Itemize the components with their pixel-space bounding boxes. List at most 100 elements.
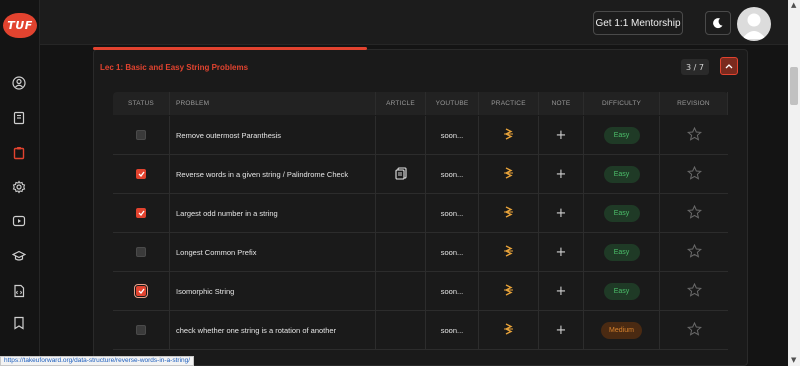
- status-checkbox[interactable]: [136, 208, 146, 218]
- practice-icon[interactable]: [503, 167, 514, 181]
- status-checkbox[interactable]: [136, 130, 146, 140]
- problem-name[interactable]: Remove outermost Paranthesis: [176, 131, 281, 140]
- difficulty-cell: Medium: [584, 311, 660, 349]
- add-note-icon[interactable]: +: [556, 167, 567, 182]
- star-icon[interactable]: [686, 282, 702, 299]
- problem-cell[interactable]: Remove outermost Paranthesis: [170, 116, 376, 154]
- bookmark-icon[interactable]: [9, 313, 29, 333]
- lecture-title[interactable]: Lec 1: Basic and Easy String Problems: [100, 63, 248, 72]
- collapse-button[interactable]: [720, 57, 738, 75]
- moon-icon[interactable]: [705, 11, 731, 35]
- header-note: NOTE: [539, 92, 584, 115]
- practice-icon[interactable]: [503, 245, 514, 259]
- lecture-progress-line: [93, 47, 367, 50]
- table-row: Largest odd number in a string soon... + Ea…: [113, 194, 728, 233]
- revision-cell: [660, 194, 728, 232]
- notebook-icon[interactable]: [9, 108, 29, 128]
- problem-cell[interactable]: Longest Common Prefix: [170, 233, 376, 271]
- youtube-status: soon...: [440, 247, 464, 257]
- add-note-icon[interactable]: +: [556, 128, 567, 143]
- star-icon[interactable]: [686, 165, 702, 182]
- article-icon[interactable]: [394, 166, 407, 182]
- tuf-logo[interactable]: TUF: [3, 13, 37, 38]
- star-icon[interactable]: [686, 204, 702, 221]
- star-icon[interactable]: [686, 321, 702, 338]
- header-practice: PRACTICE: [479, 92, 539, 115]
- article-cell: [376, 194, 426, 232]
- difficulty-badge: Easy: [603, 126, 640, 144]
- header-difficulty: DIFFICULTY: [584, 92, 660, 115]
- add-note-icon[interactable]: +: [556, 323, 567, 338]
- page-scrollbar[interactable]: ▲ ▼: [788, 0, 800, 366]
- problem-cell[interactable]: Reverse words in a given string / Palind…: [170, 155, 376, 193]
- table-row: Isomorphic String soon... + Easy: [113, 272, 728, 311]
- youtube-status: soon...: [440, 325, 464, 335]
- problem-name[interactable]: Reverse words in a given string / Palind…: [176, 170, 348, 179]
- status-checkbox[interactable]: [136, 325, 146, 335]
- scroll-up-arrow-icon[interactable]: ▲: [791, 1, 796, 9]
- revision-cell: [660, 233, 728, 271]
- note-cell: +: [539, 233, 584, 271]
- user-avatar[interactable]: [737, 7, 771, 41]
- practice-cell: [479, 116, 539, 154]
- youtube-cell: soon...: [426, 194, 479, 232]
- graduation-cap-icon[interactable]: [9, 246, 29, 266]
- gear-icon[interactable]: [9, 177, 29, 197]
- practice-icon[interactable]: [503, 128, 514, 142]
- difficulty-badge: Easy: [603, 165, 640, 183]
- problem-name[interactable]: Isomorphic String: [176, 287, 234, 296]
- status-checkbox[interactable]: [136, 247, 146, 257]
- add-note-icon[interactable]: +: [556, 206, 567, 221]
- practice-icon[interactable]: [503, 206, 514, 220]
- status-cell: [113, 311, 170, 349]
- practice-cell: [479, 311, 539, 349]
- table-row: Longest Common Prefix soon... + Easy: [113, 233, 728, 272]
- code-file-icon[interactable]: [9, 281, 29, 301]
- problem-cell[interactable]: Isomorphic String: [170, 272, 376, 310]
- practice-cell: [479, 272, 539, 310]
- practice-icon[interactable]: [503, 284, 514, 298]
- link-preview-statusbar: https://takeuforward.org/data-structure/…: [0, 356, 195, 366]
- sidebar: TUF: [0, 0, 40, 366]
- article-cell: [376, 116, 426, 154]
- mentorship-button[interactable]: Get 1:1 Mentorship: [593, 11, 683, 35]
- star-icon[interactable]: [686, 243, 702, 260]
- difficulty-cell: Easy: [584, 233, 660, 271]
- difficulty-badge: Easy: [603, 204, 640, 222]
- youtube-cell: soon...: [426, 272, 479, 310]
- problem-name[interactable]: Largest odd number in a string: [176, 209, 278, 218]
- article-cell: [376, 233, 426, 271]
- table-header: STATUS PROBLEM ARTICLE YOUTUBE PRACTICE …: [113, 92, 728, 115]
- status-cell: [113, 194, 170, 232]
- youtube-cell: soon...: [426, 311, 479, 349]
- problem-name[interactable]: Longest Common Prefix: [176, 248, 256, 257]
- note-cell: +: [539, 272, 584, 310]
- problem-cell[interactable]: check whether one string is a rotation o…: [170, 311, 376, 349]
- header-article: ARTICLE: [376, 92, 426, 115]
- status-checkbox[interactable]: [136, 169, 146, 179]
- practice-icon[interactable]: [503, 323, 514, 337]
- star-icon[interactable]: [686, 126, 702, 143]
- header-status: STATUS: [113, 92, 170, 115]
- problem-cell[interactable]: Largest odd number in a string: [170, 194, 376, 232]
- scroll-down-arrow-icon[interactable]: ▼: [791, 356, 796, 364]
- top-bar: Get 1:1 Mentorship: [40, 0, 788, 45]
- difficulty-cell: Easy: [584, 194, 660, 232]
- revision-cell: [660, 272, 728, 310]
- difficulty-cell: Easy: [584, 116, 660, 154]
- add-note-icon[interactable]: +: [556, 245, 567, 260]
- chevron-up-icon: [725, 64, 733, 69]
- add-note-icon[interactable]: +: [556, 284, 567, 299]
- status-checkbox[interactable]: [134, 284, 148, 298]
- user-circle-icon[interactable]: [9, 73, 29, 93]
- youtube-status: soon...: [440, 208, 464, 218]
- note-cell: +: [539, 311, 584, 349]
- play-icon[interactable]: [9, 211, 29, 231]
- status-cell: [113, 155, 170, 193]
- problem-name[interactable]: check whether one string is a rotation o…: [176, 326, 336, 335]
- difficulty-badge: Easy: [603, 282, 640, 300]
- lecture-progress-count: 3 / 7: [681, 59, 709, 75]
- note-cell: +: [539, 194, 584, 232]
- clipboard-icon[interactable]: [9, 143, 29, 163]
- scroll-thumb[interactable]: [790, 67, 798, 105]
